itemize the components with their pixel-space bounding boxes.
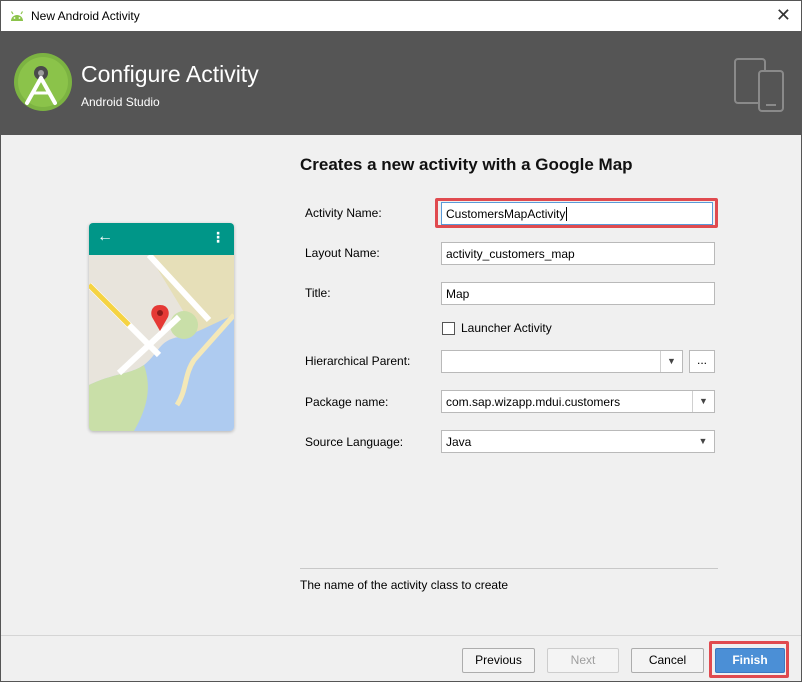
chevron-down-icon[interactable]: ▼ bbox=[660, 351, 682, 372]
launcher-activity-label[interactable]: Launcher Activity bbox=[461, 321, 552, 335]
overflow-menu-icon: ⋮ bbox=[211, 229, 225, 245]
tablet-phone-icon bbox=[734, 58, 784, 112]
hint-separator bbox=[300, 568, 718, 569]
activity-preview: ← ⋮ bbox=[89, 223, 234, 431]
activity-name-label: Activity Name: bbox=[305, 206, 382, 220]
text-caret bbox=[566, 207, 568, 221]
chevron-down-icon[interactable]: ▼ bbox=[692, 431, 714, 452]
source-language-select[interactable]: Java ▼ bbox=[441, 430, 715, 453]
activity-name-input[interactable]: CustomersMapActivity bbox=[441, 202, 713, 225]
map-illustration bbox=[89, 255, 234, 431]
hierarchical-parent-label: Hierarchical Parent: bbox=[305, 354, 411, 368]
title-label: Title: bbox=[305, 286, 331, 300]
package-name-value: com.sap.wizapp.mdui.customers bbox=[446, 395, 621, 409]
source-language-value: Java bbox=[446, 435, 472, 449]
finish-button[interactable]: Finish bbox=[715, 648, 785, 673]
title-input[interactable]: Map bbox=[441, 282, 715, 305]
layout-name-label: Layout Name: bbox=[305, 246, 380, 260]
window-title: New Android Activity bbox=[31, 9, 140, 23]
dialog-body: ← ⋮ Creates a new activity with a Google… bbox=[1, 135, 801, 635]
activity-name-value: CustomersMapActivity bbox=[446, 207, 566, 221]
hierarchical-parent-combo[interactable]: ▼ bbox=[441, 350, 683, 373]
source-language-label: Source Language: bbox=[305, 435, 404, 449]
package-name-combo[interactable]: com.sap.wizapp.mdui.customers ▼ bbox=[441, 390, 715, 413]
page-heading: Configure Activity bbox=[81, 61, 259, 87]
android-studio-logo-icon bbox=[14, 53, 72, 111]
previous-button[interactable]: Previous bbox=[462, 648, 535, 673]
browse-parent-button[interactable]: ... bbox=[689, 350, 715, 373]
page-subheading: Android Studio bbox=[81, 95, 160, 109]
form-title: Creates a new activity with a Google Map bbox=[300, 155, 633, 174]
cancel-button[interactable]: Cancel bbox=[631, 648, 704, 673]
dialog-footer: Previous Next Cancel Finish bbox=[1, 635, 801, 681]
title-bar: New Android Activity ✕ bbox=[1, 1, 801, 31]
package-name-label: Package name: bbox=[305, 395, 389, 409]
chevron-down-icon[interactable]: ▼ bbox=[692, 391, 714, 412]
android-icon bbox=[10, 11, 24, 21]
layout-name-input[interactable]: activity_customers_map bbox=[441, 242, 715, 265]
launcher-activity-checkbox[interactable] bbox=[442, 322, 455, 335]
field-hint: The name of the activity class to create bbox=[300, 578, 509, 592]
dialog-window: New Android Activity ✕ Configure Activit… bbox=[0, 0, 802, 682]
close-icon[interactable]: ✕ bbox=[776, 5, 791, 25]
back-arrow-icon: ← bbox=[97, 228, 113, 245]
preview-app-bar: ← ⋮ bbox=[89, 223, 234, 255]
header-banner: Configure Activity Android Studio bbox=[1, 31, 801, 135]
next-button[interactable]: Next bbox=[547, 648, 619, 673]
